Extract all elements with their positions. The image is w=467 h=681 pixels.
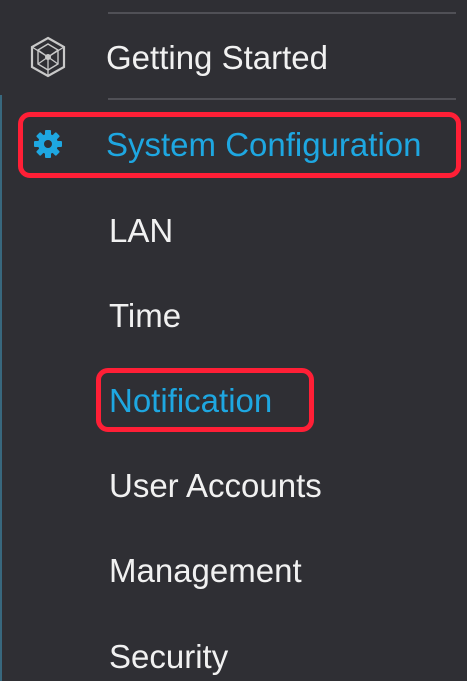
sidebar-item-lan[interactable]: LAN [109, 210, 173, 250]
nav-item-getting-started[interactable]: Getting Started [27, 34, 328, 80]
sidebar-item-management[interactable]: Management [109, 550, 302, 590]
section-divider [108, 98, 456, 100]
sidebar-item-label: Management [109, 551, 302, 589]
sidebar-item-user-accounts[interactable]: User Accounts [109, 465, 322, 505]
gear-icon [34, 130, 62, 158]
left-accent-line [0, 95, 2, 681]
sidebar-navigation: Getting Started System Configuration LAN… [0, 0, 467, 681]
sidebar-item-label: Security [109, 637, 229, 675]
sidebar-item-label: Time [109, 296, 182, 334]
sidebar-item-security[interactable]: Security [109, 636, 228, 676]
top-divider [108, 12, 456, 14]
getting-started-label: Getting Started [106, 38, 328, 76]
getting-started-icon [30, 36, 66, 78]
system-configuration-label: System Configuration [106, 125, 422, 163]
nav-item-system-configuration[interactable]: System Configuration [22, 116, 421, 172]
sidebar-item-time[interactable]: Time [109, 295, 181, 335]
sidebar-item-notification[interactable]: Notification [109, 380, 272, 420]
sidebar-item-label: User Accounts [109, 466, 322, 504]
sidebar-item-label: LAN [109, 211, 174, 249]
sidebar-item-label: Notification [109, 381, 273, 419]
